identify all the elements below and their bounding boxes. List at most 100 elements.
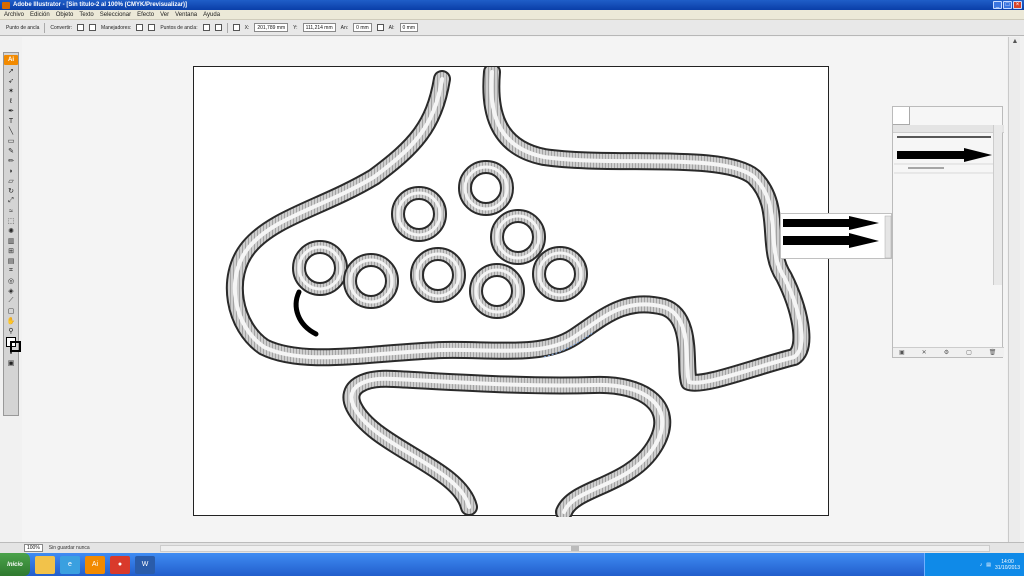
brush-library-icon[interactable]: ▣: [899, 349, 905, 356]
menu-edicion[interactable]: Edición: [30, 12, 50, 18]
brush-previews: [894, 136, 994, 174]
arrow-brush-strip[interactable]: [780, 213, 892, 259]
selection-tool-icon[interactable]: ➚: [6, 67, 16, 75]
hand-tool-icon[interactable]: ✋: [6, 317, 16, 325]
link-proportions-icon[interactable]: [376, 24, 384, 31]
clock[interactable]: 14:00 31/10/2013: [995, 559, 1020, 571]
vesicle: [391, 186, 447, 242]
blend-tool-icon[interactable]: ◎: [6, 277, 16, 285]
brush-panel-scrollbar[interactable]: [993, 125, 1002, 285]
separator: [44, 22, 46, 33]
paintbrush-tool-icon[interactable]: ✎: [6, 147, 16, 155]
vesicle: [490, 209, 546, 265]
start-button[interactable]: Inicio: [0, 553, 30, 576]
y-label: Y:: [293, 24, 298, 31]
close-button[interactable]: ×: [1013, 1, 1022, 9]
rectangle-tool-icon[interactable]: ▭: [6, 137, 16, 145]
artboard[interactable]: [193, 63, 830, 521]
zoom-tool-icon[interactable]: ⚲: [6, 327, 16, 335]
h-label: Al:: [388, 24, 395, 31]
height-field[interactable]: 0 mm: [399, 23, 418, 32]
convert-smooth-icon[interactable]: [89, 24, 97, 31]
rotate-tool-icon[interactable]: ↻: [6, 187, 16, 195]
hide-handles-icon[interactable]: [148, 24, 156, 31]
brushes-panel-tab[interactable]: [893, 107, 910, 125]
anchors-label: Puntos de ancla:: [160, 24, 198, 31]
separator: [226, 22, 228, 33]
y-field[interactable]: 111,214 mm: [302, 23, 336, 32]
type-tool-icon[interactable]: T: [6, 117, 16, 125]
menu-seleccionar[interactable]: Seleccionar: [100, 12, 131, 18]
menu-archivo[interactable]: Archivo: [4, 12, 24, 18]
arrow-brushes: [783, 215, 892, 259]
illustrator-app-icon: [2, 1, 10, 9]
width-field[interactable]: 0 mm: [353, 23, 372, 32]
scroll-up-icon[interactable]: ▲: [1009, 37, 1021, 47]
remove-anchor-icon[interactable]: [202, 24, 210, 31]
graph-tool-icon[interactable]: ▥: [6, 237, 16, 245]
blob-brush-tool-icon[interactable]: ◗: [6, 167, 16, 175]
folder-taskbar-icon[interactable]: [35, 555, 55, 574]
x-field[interactable]: 201,789 mm: [254, 23, 289, 32]
symbol-sprayer-tool-icon[interactable]: ✺: [6, 227, 16, 235]
pencil-tool-icon[interactable]: ✏: [6, 157, 16, 165]
network-icon[interactable]: ▤: [986, 562, 991, 568]
panel-footer: ▣ ✕ ⚙ ▢ 🗑: [893, 347, 1004, 357]
remove-brush-stroke-icon[interactable]: ✕: [922, 349, 927, 356]
free-transform-tool-icon[interactable]: ⬚: [6, 217, 16, 225]
menu-texto[interactable]: Texto: [79, 12, 93, 18]
brush-stroke[interactable]: [293, 289, 319, 337]
brush-list[interactable]: [894, 135, 994, 283]
live-paint-tool-icon[interactable]: ◈: [6, 287, 16, 295]
menu-ventana[interactable]: Ventana: [175, 12, 197, 18]
panel-header: [893, 125, 1004, 133]
new-brush-icon[interactable]: ▢: [966, 349, 972, 356]
mesh-tool-icon[interactable]: ⊞: [6, 247, 16, 255]
menu-ver[interactable]: Ver: [160, 12, 169, 18]
horizontal-scrollbar[interactable]: [160, 545, 990, 552]
fill-stroke-swatch-icon[interactable]: [6, 337, 21, 352]
scale-tool-icon[interactable]: ⤢: [6, 197, 16, 205]
show-handles-icon[interactable]: [136, 24, 144, 31]
zoom-level-field[interactable]: 100%: [24, 544, 43, 552]
synapse-illustration[interactable]: [194, 63, 830, 521]
postsynaptic-membrane[interactable]: [342, 369, 672, 521]
handles-label: Manejadores:: [101, 24, 132, 31]
vesicle: [532, 246, 588, 302]
convert-corner-icon[interactable]: [77, 24, 85, 31]
pen-tool-icon[interactable]: ✒: [6, 107, 16, 115]
chrome-taskbar-icon[interactable]: ●: [110, 555, 130, 574]
magic-wand-tool-icon[interactable]: ✶: [6, 87, 16, 95]
slice-tool-icon[interactable]: ⟋: [6, 297, 16, 305]
maximize-button[interactable]: □: [1003, 1, 1012, 9]
volume-icon[interactable]: ♪: [980, 562, 983, 568]
warp-tool-icon[interactable]: ≈: [6, 207, 16, 215]
eraser-tool-icon[interactable]: ▱: [6, 177, 16, 185]
windows-taskbar: Inicio e Ai ● W ♪ ▤ 14:00 31/10/2013: [0, 553, 1024, 576]
lasso-tool-icon[interactable]: ℓ: [6, 97, 16, 105]
anchor-point-label: Punto de ancla: [6, 24, 40, 31]
status-bar: 100% Sin guardar nunca: [0, 542, 1024, 553]
eyedropper-tool-icon[interactable]: ⌗: [6, 267, 16, 275]
menu-objeto[interactable]: Objeto: [56, 12, 74, 18]
tools-panel: Ai ➚ ➶ ✶ ℓ ✒ T ╲ ▭ ✎ ✏ ◗ ▱ ↻ ⤢ ≈ ⬚ ✺ ▥ ⊞…: [3, 52, 21, 416]
screen-mode-icon[interactable]: ▣: [6, 359, 16, 367]
delete-brush-icon[interactable]: 🗑: [989, 349, 997, 356]
align-icon[interactable]: [232, 24, 240, 31]
gradient-tool-icon[interactable]: ▤: [6, 257, 16, 265]
menu-efecto[interactable]: Efecto: [137, 12, 154, 18]
cut-path-icon[interactable]: [214, 24, 222, 31]
presynaptic-membrane[interactable]: [225, 63, 811, 392]
ie-taskbar-icon[interactable]: e: [60, 555, 80, 574]
minimize-button[interactable]: _: [993, 1, 1002, 9]
direct-selection-tool-icon[interactable]: ➶: [6, 77, 16, 85]
line-tool-icon[interactable]: ╲: [6, 127, 16, 135]
scroll-thumb[interactable]: [571, 546, 579, 551]
artboard-tool-icon[interactable]: ▢: [6, 307, 16, 315]
menu-ayuda[interactable]: Ayuda: [203, 12, 220, 18]
brush-options-icon[interactable]: ⚙: [944, 349, 949, 356]
status-message: Sin guardar nunca: [48, 545, 90, 551]
vertical-scrollbar[interactable]: ▲: [1008, 37, 1020, 542]
illustrator-taskbar-icon[interactable]: Ai: [85, 555, 105, 574]
word-taskbar-icon[interactable]: W: [135, 555, 155, 574]
